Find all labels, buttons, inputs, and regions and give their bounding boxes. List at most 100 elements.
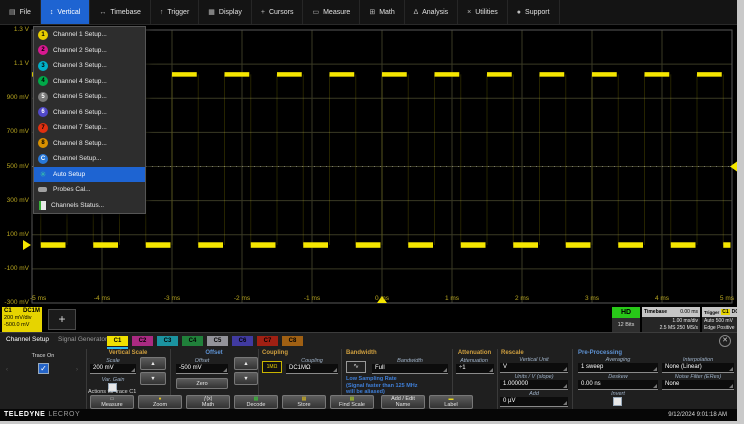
- averaging-field[interactable]: 1 sweep: [578, 363, 658, 373]
- trace-low-segment: [566, 242, 591, 248]
- units-per-volt-field[interactable]: 1.000000: [500, 380, 568, 390]
- interpolation-select[interactable]: None (Linear): [662, 363, 734, 373]
- low-sampling-warning: Low Sampling Rate (Signal faster than 12…: [346, 376, 418, 396]
- menu-cursors[interactable]: +Cursors: [252, 0, 304, 24]
- vertical-menu-item[interactable]: CChannel Setup...: [34, 151, 145, 167]
- offset-down-button[interactable]: ▼: [234, 372, 258, 385]
- zero-offset-button[interactable]: Zero: [176, 378, 228, 389]
- menu-analysis[interactable]: ∆Analysis: [405, 0, 458, 24]
- trace-on-label: Trace On: [0, 353, 86, 359]
- vertical-menu-item[interactable]: 1Channel 1 Setup...: [34, 27, 145, 43]
- v-axis-label: -300 mV: [0, 299, 29, 307]
- v-axis-label: -100 mV: [0, 265, 29, 273]
- action-button-math[interactable]: ƒ(x)Math: [186, 395, 230, 409]
- screen: 1.3 V1.1 V900 mV700 mV500 mV300 mV100 mV…: [0, 0, 744, 424]
- menu-utilities[interactable]: ×Utilities: [458, 0, 508, 24]
- channel-setup-panel: Channel Setup Signal Generator C1 C2 C3 C4 C…: [0, 332, 737, 409]
- channel-chip-c7[interactable]: C7: [257, 336, 278, 346]
- add-offset-field[interactable]: 0 µV: [500, 397, 568, 407]
- trace-high-segment: [277, 72, 302, 77]
- c1-trace-descriptor[interactable]: C1 DC1M 200 mV/div -500.0 mV: [2, 307, 42, 332]
- noise-filter-select[interactable]: None: [662, 380, 734, 390]
- vertical-unit-field[interactable]: V: [500, 363, 568, 373]
- vertical-menu-item[interactable]: 3Channel 3 Setup...: [34, 58, 145, 74]
- menu-timebase[interactable]: ↔Timebase: [90, 0, 150, 24]
- vertical-menu-item[interactable]: 4 Channel 4 Setup...: [34, 74, 145, 90]
- next-trace-arrow[interactable]: ›: [76, 367, 78, 373]
- channel-chip-c2[interactable]: C2: [132, 336, 153, 346]
- action-button-label[interactable]: ▬Label: [429, 395, 473, 409]
- timebase-menu-icon: ↔: [99, 9, 106, 16]
- vertical-menu-item[interactable]: 5Channel 5 Setup...: [34, 89, 145, 105]
- menu-math[interactable]: ⊞Math: [360, 0, 404, 24]
- channel-chip-c5[interactable]: C5: [207, 336, 228, 346]
- trace-low-segment: [408, 242, 433, 248]
- menu-display[interactable]: ▦Display: [199, 0, 252, 24]
- trace-on-checkbox[interactable]: ✓: [38, 363, 49, 374]
- trigger-source: C1: [721, 309, 729, 315]
- channel-badge-icon: 5: [38, 92, 48, 102]
- action-button-find-scale[interactable]: ▦Find Scale: [330, 395, 374, 409]
- trace-low-segment: [251, 242, 276, 248]
- hd-mode-descriptor[interactable]: HD 12 Bits: [612, 307, 640, 332]
- coupling-select[interactable]: DC1MΩ: [286, 364, 338, 374]
- bandwidth-select[interactable]: Full: [372, 364, 448, 374]
- vertical-menu-item[interactable]: Probes Cal...: [34, 182, 145, 198]
- hd-badge: HD: [612, 307, 640, 318]
- add-trace-button[interactable]: +: [48, 309, 76, 330]
- vertical-menu-item[interactable]: Channels Status...: [34, 198, 145, 214]
- menu-file[interactable]: ▤File: [0, 0, 41, 24]
- deskew-field[interactable]: 0.00 ns: [578, 380, 658, 390]
- channel-chip-c3[interactable]: C3: [157, 336, 178, 346]
- vertical-menu-item[interactable]: 7Channel 7 Setup...: [34, 120, 145, 136]
- channel-badge-icon: C: [38, 154, 48, 164]
- close-panel-button[interactable]: ✕: [719, 335, 731, 347]
- probe-icon: [38, 187, 47, 192]
- timebase-descriptor[interactable]: Timebase 0.00 ms 1.00 ms/div 2.5 MS 250 …: [642, 307, 700, 332]
- offset-field[interactable]: -500 mV: [176, 364, 228, 374]
- v-axis-label: 700 mV: [0, 128, 29, 136]
- menu-support[interactable]: ●Support: [508, 0, 560, 24]
- channel-chip-c4[interactable]: C4: [182, 336, 203, 346]
- channel-chip-c1[interactable]: C1: [107, 336, 128, 346]
- invert-checkbox[interactable]: [613, 397, 622, 406]
- prev-trace-arrow[interactable]: ‹: [6, 367, 8, 373]
- menu-measure[interactable]: ▭Measure: [303, 0, 360, 24]
- bandwidth-icon: ∿: [346, 361, 366, 373]
- t-axis-label: 5 ms: [694, 295, 734, 303]
- action-button-zoom[interactable]: ●Zoom: [138, 395, 182, 409]
- attenuation-select[interactable]: ÷1: [456, 364, 494, 374]
- action-button-decode[interactable]: ▦Decode: [234, 395, 278, 409]
- menu-vertical[interactable]: ↕Vertical: [41, 0, 90, 24]
- trace-low-segment: [146, 242, 171, 248]
- action-button-add-edit[interactable]: Add / EditName: [381, 395, 425, 409]
- trace-high-segment: [225, 72, 250, 77]
- action-button-label: Zoom: [153, 402, 167, 408]
- trigger-descriptor[interactable]: Trigger C1 DC Auto 500 mV Edge Positive: [702, 307, 737, 332]
- action-button-store[interactable]: ▦Store: [282, 395, 326, 409]
- vertical-menu-item[interactable]: 6Channel 6 Setup...: [34, 105, 145, 121]
- trace-low-segment: [41, 242, 66, 248]
- brand-logo: TELEDYNELECROY: [4, 411, 80, 418]
- scale-up-button[interactable]: ▲: [140, 357, 166, 370]
- channel-chip-c8[interactable]: C8: [282, 336, 303, 346]
- vertical-menu-dropdown: 1Channel 1 Setup...2Channel 2 Setup...3C…: [33, 26, 146, 214]
- vertical-menu-item[interactable]: 2Channel 2 Setup...: [34, 43, 145, 59]
- action-button-measure[interactable]: ▭Measure: [90, 395, 134, 409]
- scale-down-button[interactable]: ▼: [140, 372, 166, 385]
- vertical-menu-item[interactable]: ✳Auto Setup: [34, 167, 145, 183]
- trace-low-segment: [461, 242, 486, 248]
- offset-up-button[interactable]: ▲: [234, 357, 258, 370]
- trigger-type: Edge: [704, 325, 716, 331]
- tab-signal-generator[interactable]: Signal Generator: [58, 336, 107, 343]
- vertical-menu-item-label: Channels Status...: [51, 202, 104, 209]
- menu-trigger[interactable]: ↑Trigger: [151, 0, 199, 24]
- vertical-menu-item-label: Channel 4 Setup...: [53, 78, 107, 85]
- vertical-menu-item[interactable]: 8Channel 8 Setup...: [34, 136, 145, 152]
- channel-badge-icon: 4: [38, 76, 48, 86]
- scale-field[interactable]: 200 mV: [90, 364, 136, 374]
- trace-high-segment: [172, 72, 197, 77]
- tab-channel-setup[interactable]: Channel Setup: [6, 336, 49, 343]
- channel-chip-c6[interactable]: C6: [232, 336, 253, 346]
- trigger-level-marker: [730, 162, 737, 172]
